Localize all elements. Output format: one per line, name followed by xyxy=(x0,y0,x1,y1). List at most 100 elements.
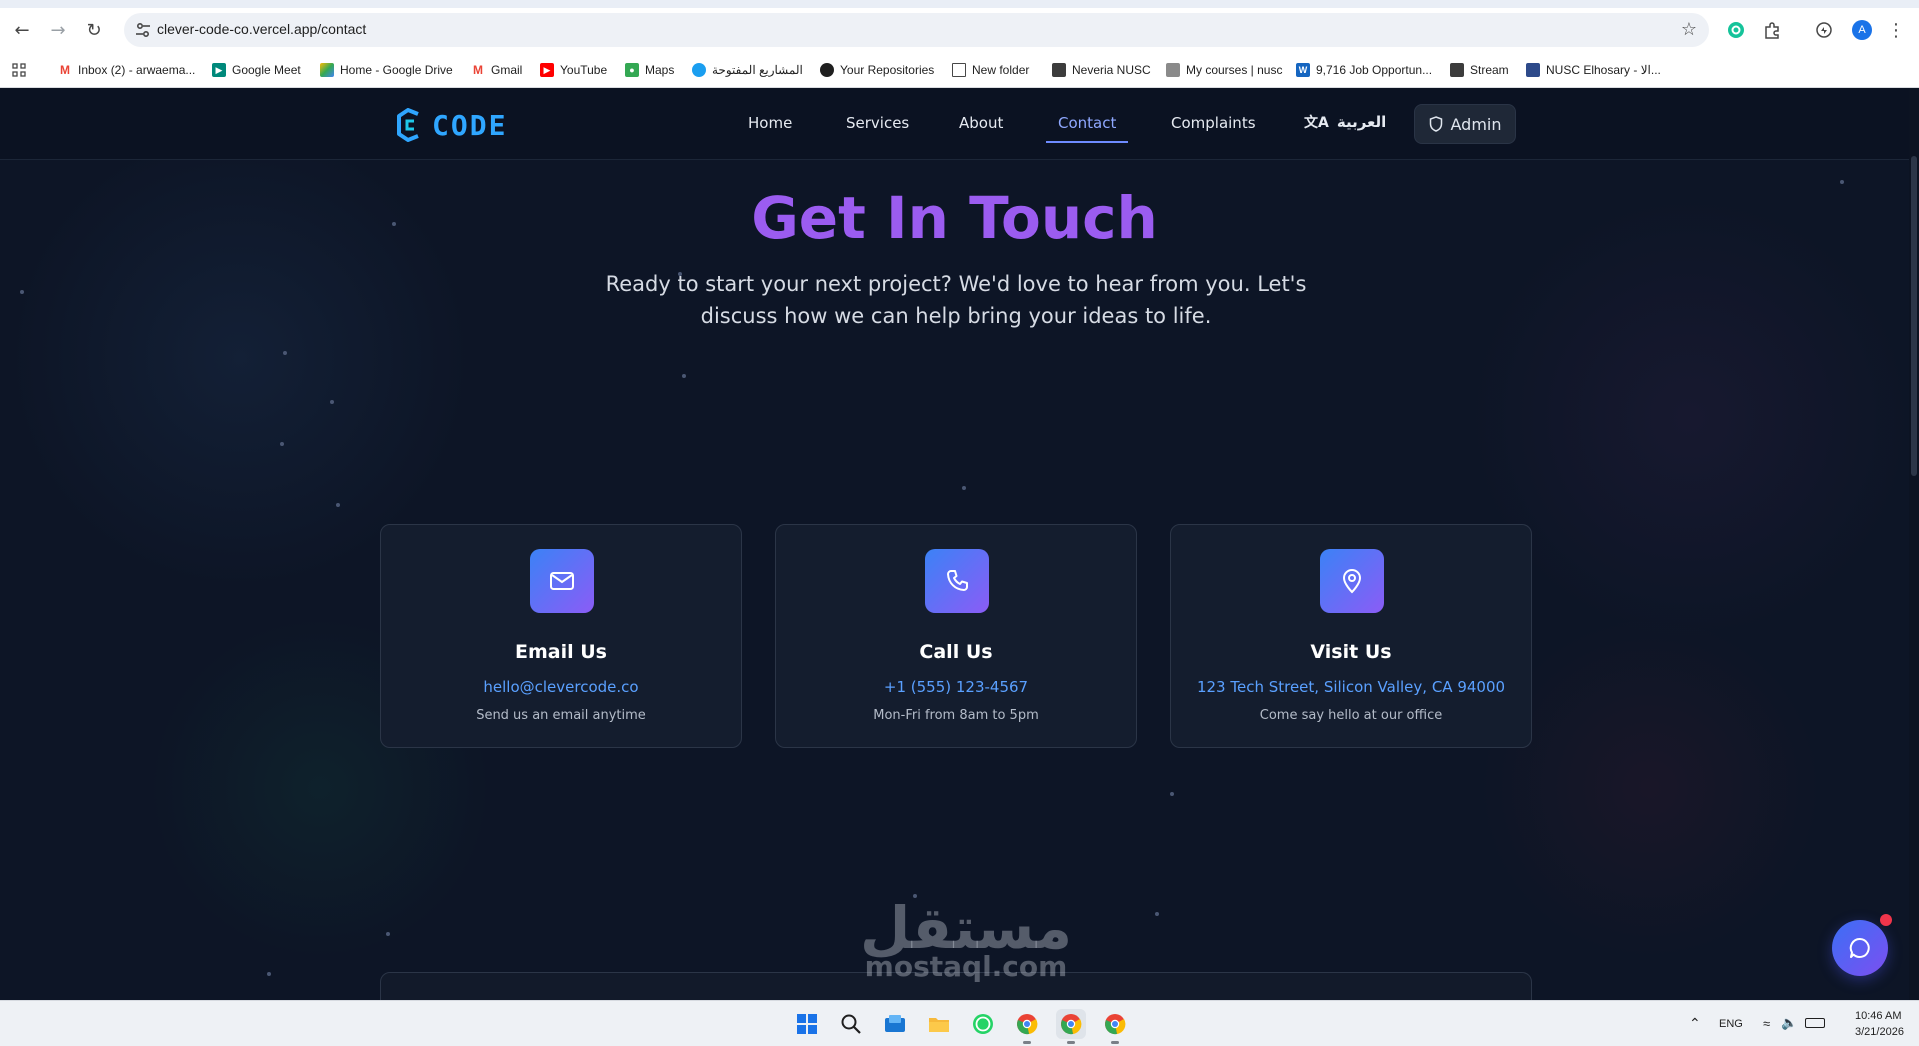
clock-time[interactable]: 10:46 AM xyxy=(1855,1010,1901,1022)
gmail-icon: M xyxy=(60,63,70,77)
file-explorer-icon[interactable] xyxy=(924,1009,954,1039)
extension-grammarly-icon[interactable] xyxy=(1724,18,1748,42)
email-link[interactable]: hello@clevercode.co xyxy=(381,678,741,696)
windows-start-icon[interactable] xyxy=(792,1009,822,1039)
bookmark-item[interactable]: ▶ Google Meet xyxy=(212,60,301,80)
notification-dot xyxy=(1880,914,1892,926)
bookmark-label: YouTube xyxy=(560,63,608,77)
site-logo[interactable]: CODE xyxy=(396,108,507,142)
show-hidden-icons-chevron-icon[interactable]: ⌃ xyxy=(1689,1015,1701,1032)
card-title: Call Us xyxy=(919,641,993,663)
logo-mark-icon xyxy=(397,108,419,142)
bookmark-item[interactable]: ▶ YouTube xyxy=(540,60,607,80)
site-icon xyxy=(1166,63,1180,77)
bookmark-item[interactable]: Home - Google Drive xyxy=(320,60,453,80)
globe-icon xyxy=(692,63,706,77)
forward-icon[interactable]: → xyxy=(44,16,72,44)
bookmark-item[interactable]: M Gmail xyxy=(471,60,522,80)
contact-card-phone: Call Us +1 (555) 123-4567 Mon-Fri from 8… xyxy=(775,524,1137,748)
url-text[interactable]: clever-code-co.vercel.app/contact xyxy=(157,21,366,37)
bookmark-item[interactable]: M Inbox (2) - arwaema... xyxy=(58,60,195,80)
performance-icon[interactable] xyxy=(1812,18,1836,42)
battery-icon[interactable] xyxy=(1805,1018,1825,1028)
search-icon[interactable] xyxy=(836,1009,866,1039)
wifi-icon[interactable]: ≈ xyxy=(1763,1016,1770,1031)
card-title: Email Us xyxy=(515,641,607,663)
whatsapp-icon[interactable] xyxy=(968,1009,998,1039)
background-particle xyxy=(330,400,334,404)
translate-icon: 文A xyxy=(1304,115,1329,131)
bookmark-label: المشاريع المفتوحة xyxy=(712,63,803,77)
tab-strip xyxy=(0,0,1919,8)
language-toggle[interactable]: 文A العربية xyxy=(1304,112,1386,132)
bookmark-item[interactable]: NUSC Elhosary - الا... xyxy=(1526,60,1661,80)
chrome-profile-3-icon[interactable] xyxy=(1100,1009,1130,1044)
bookmark-item[interactable]: My courses | nusc xyxy=(1166,60,1282,80)
bookmark-item[interactable]: New folder xyxy=(952,60,1029,80)
volume-icon[interactable]: 🔈 xyxy=(1781,1015,1797,1031)
folder-icon xyxy=(952,63,966,77)
apps-grid-icon[interactable] xyxy=(12,60,26,80)
site-info-icon[interactable] xyxy=(134,21,152,39)
background-particle xyxy=(386,932,390,936)
nav-complaints-link[interactable]: Complaints xyxy=(1171,114,1256,132)
bookmark-item[interactable]: Stream xyxy=(1450,60,1509,80)
scrollbar-thumb[interactable] xyxy=(1911,156,1917,476)
bookmark-star-icon[interactable]: ☆ xyxy=(1681,19,1697,40)
bookmark-label: Google Meet xyxy=(232,63,301,77)
browser-menu-icon[interactable]: ⋮ xyxy=(1884,18,1908,42)
bookmark-item[interactable]: Neveria NUSC xyxy=(1052,60,1151,80)
bookmark-label: 9,716 Job Opportun... xyxy=(1316,63,1433,77)
outlook-icon[interactable] xyxy=(880,1009,910,1039)
google-drive-icon xyxy=(320,63,334,77)
background-particle xyxy=(283,351,287,355)
address-bar[interactable]: clever-code-co.vercel.app/contact ☆ xyxy=(124,13,1709,47)
bookmark-label: My courses | nusc xyxy=(1186,63,1283,77)
bookmark-label: Maps xyxy=(645,63,675,77)
card-description: Send us an email anytime xyxy=(476,708,646,723)
admin-button[interactable]: Admin xyxy=(1414,104,1516,144)
site-navbar: CODE Home Services About Contact Complai… xyxy=(0,88,1909,160)
nav-home-link[interactable]: Home xyxy=(748,114,792,132)
nav-contact-link[interactable]: Contact xyxy=(1058,114,1116,132)
bookmark-item[interactable]: المشاريع المفتوحة xyxy=(692,60,803,80)
chrome-profile-1-icon[interactable] xyxy=(1012,1009,1042,1044)
logo-text: CODE xyxy=(432,108,508,142)
bookmark-item[interactable]: W 9,716 Job Opportun... xyxy=(1296,60,1432,80)
bookmark-label: NUSC Elhosary - الا... xyxy=(1546,63,1661,77)
chrome-profile-2-icon[interactable] xyxy=(1056,1009,1086,1044)
language-label: العربية xyxy=(1336,113,1387,131)
nav-services-link[interactable]: Services xyxy=(846,114,909,132)
profile-avatar[interactable]: A xyxy=(1850,18,1874,42)
clock-date[interactable]: 3/21/2026 xyxy=(1855,1026,1904,1038)
bookmark-item[interactable]: Your Repositories xyxy=(820,60,934,80)
browser-toolbar: ← → ↻ clever-code-co.vercel.app/contact … xyxy=(0,8,1919,52)
back-icon[interactable]: ← xyxy=(8,16,36,44)
input-language[interactable]: ENG xyxy=(1719,1018,1743,1030)
admin-label: Admin xyxy=(1450,114,1502,134)
page-scrollbar[interactable] xyxy=(1909,88,1919,1000)
card-description: Mon-Fri from 8am to 5pm xyxy=(873,708,1039,723)
bookmark-item[interactable]: ● Maps xyxy=(625,60,674,80)
nav-about-link[interactable]: About xyxy=(959,114,1003,132)
background-particle xyxy=(682,374,686,378)
card-description: Come say hello at our office xyxy=(1259,708,1443,723)
background-particle xyxy=(20,290,24,294)
address-link[interactable]: 123 Tech Street, Silicon Valley, CA 9400… xyxy=(1171,678,1531,696)
os-taskbar: ⌃ ENG ≈ 🔈 10:46 AM 3/21/2026 xyxy=(0,1000,1919,1046)
page-subtitle: Ready to start your next project? We'd l… xyxy=(605,272,1307,328)
extensions-puzzle-icon[interactable] xyxy=(1760,18,1784,42)
active-nav-indicator xyxy=(1046,141,1128,143)
github-icon xyxy=(820,63,834,77)
site-icon xyxy=(1450,63,1464,77)
maps-icon: ● xyxy=(625,63,639,77)
reload-icon[interactable]: ↻ xyxy=(80,16,108,44)
chat-button[interactable] xyxy=(1832,920,1888,976)
background-particle xyxy=(1155,912,1159,916)
bookmark-label: New folder xyxy=(972,63,1030,77)
background-particle xyxy=(336,503,340,507)
google-meet-icon: ▶ xyxy=(212,63,226,77)
bookmark-label: Inbox (2) - arwaema... xyxy=(78,63,196,77)
phone-icon xyxy=(925,549,989,613)
phone-link[interactable]: +1 (555) 123-4567 xyxy=(776,678,1136,696)
